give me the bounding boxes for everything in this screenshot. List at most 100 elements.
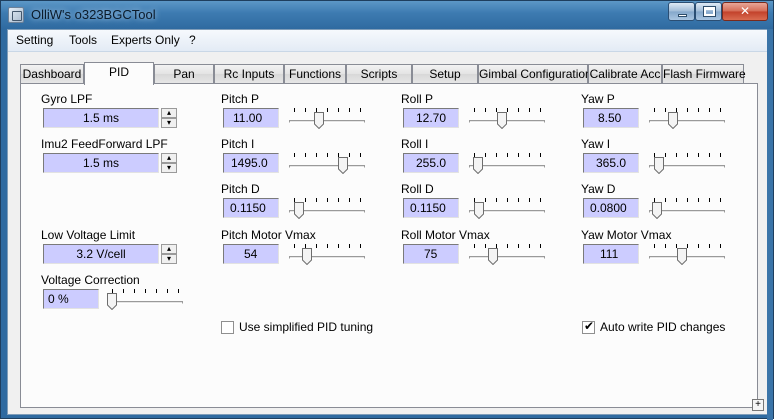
low-voltage-spinner[interactable]: ▴ ▾: [161, 244, 177, 264]
slider-track[interactable]: [649, 256, 725, 259]
slider-track[interactable]: [469, 120, 545, 123]
slider-thumb[interactable]: [302, 248, 312, 265]
spin-down-icon[interactable]: ▾: [161, 163, 177, 173]
voltage-correction-field[interactable]: 0 %: [43, 289, 99, 309]
gyro-lpf-field[interactable]: 1.5 ms: [43, 108, 159, 128]
pitch-i-slider[interactable]: [289, 150, 365, 174]
pitch-p-slider[interactable]: [289, 105, 365, 129]
slider-thumb[interactable]: [314, 112, 324, 129]
slider-thumb[interactable]: [473, 157, 483, 174]
slider-track[interactable]: [649, 120, 725, 123]
roll-d-slider[interactable]: [469, 195, 545, 219]
tab-calibrate-acc[interactable]: Calibrate Acc: [588, 64, 662, 83]
roll-vmax-slider[interactable]: [469, 241, 545, 265]
roll-i-label: Roll I: [401, 137, 429, 151]
roll-p-slider[interactable]: [469, 105, 545, 129]
autowrite-pid-checkbox[interactable]: ✔: [582, 320, 595, 334]
slider-thumb[interactable]: [654, 157, 664, 174]
tab-gimbal-configuration[interactable]: Gimbal Configuration: [478, 64, 592, 83]
spin-up-icon[interactable]: ▴: [161, 108, 177, 118]
yaw-p-field[interactable]: 8.50: [583, 108, 639, 128]
slider-tick: [518, 153, 519, 157]
close-button[interactable]: ✕: [722, 2, 768, 21]
yaw-d-field[interactable]: 0.0800: [583, 198, 639, 218]
slider-thumb[interactable]: [474, 202, 484, 219]
yaw-i-field[interactable]: 365.0: [583, 153, 639, 173]
roll-p-field[interactable]: 12.70: [403, 108, 459, 128]
tab-flash-firmware[interactable]: Flash Firmware: [662, 64, 746, 83]
slider-tick: [665, 244, 666, 248]
maximize-button[interactable]: [695, 2, 722, 21]
slider-tick: [540, 108, 541, 112]
simplified-pid-checkbox[interactable]: [221, 321, 234, 334]
slider-tick: [529, 153, 530, 157]
roll-vmax-field[interactable]: 75: [403, 244, 459, 264]
yaw-vmax-field[interactable]: 111: [583, 244, 639, 264]
roll-i-slider[interactable]: [469, 150, 545, 174]
low-voltage-field[interactable]: 3.2 V/cell: [43, 244, 159, 264]
tab-scripts[interactable]: Scripts: [346, 64, 412, 83]
menu-help[interactable]: ?: [186, 33, 199, 47]
slider-tick: [305, 153, 306, 157]
gyro-lpf-spinner[interactable]: ▴ ▾: [161, 108, 177, 128]
slider-thumb[interactable]: [497, 112, 507, 129]
slider-track[interactable]: [289, 256, 365, 259]
tab-pid[interactable]: PID: [84, 62, 154, 85]
slider-track[interactable]: [469, 256, 545, 259]
slider-thumb[interactable]: [652, 202, 662, 219]
yaw-vmax-slider[interactable]: [649, 241, 725, 265]
slider-tick: [687, 108, 688, 112]
roll-d-label: Roll D: [401, 182, 434, 196]
slider-tick: [349, 108, 350, 112]
pitch-p-field[interactable]: 11.00: [223, 108, 279, 128]
pitch-vmax-field[interactable]: 54: [223, 244, 279, 264]
pitch-d-slider[interactable]: [289, 195, 365, 219]
pitch-i-field[interactable]: 1495.0: [223, 153, 279, 173]
tab-pan[interactable]: Pan: [154, 64, 214, 83]
minimize-icon: [678, 14, 687, 17]
spin-up-icon[interactable]: ▴: [161, 153, 177, 163]
tab-rc-inputs[interactable]: Rc Inputs: [214, 64, 284, 83]
slider-thumb[interactable]: [668, 112, 678, 129]
imu2-ff-lpf-spinner[interactable]: ▴ ▾: [161, 153, 177, 173]
slider-track[interactable]: [107, 301, 183, 304]
tab-dashboard[interactable]: Dashboard: [20, 64, 84, 83]
yaw-p-slider[interactable]: [649, 105, 725, 129]
tab-setup[interactable]: Setup: [412, 64, 478, 83]
title-bar[interactable]: OlliW's o323BGCTool ✕: [1, 1, 773, 29]
yaw-i-slider[interactable]: [649, 150, 725, 174]
menu-bar: Setting Tools Experts Only ?: [8, 30, 768, 52]
roll-d-field[interactable]: 0.1150: [403, 198, 459, 218]
slider-thumb[interactable]: [107, 293, 117, 310]
spin-down-icon[interactable]: ▾: [161, 118, 177, 128]
menu-setting[interactable]: Setting: [13, 33, 56, 47]
slider-tick: [709, 244, 710, 248]
roll-i-field[interactable]: 255.0: [403, 153, 459, 173]
slider-tick: [518, 108, 519, 112]
slider-track[interactable]: [289, 120, 365, 123]
voltage-correction-slider[interactable]: [107, 286, 183, 310]
slider-thumb[interactable]: [677, 248, 687, 265]
pitch-d-field[interactable]: 0.1150: [223, 198, 279, 218]
spin-down-icon[interactable]: ▾: [161, 254, 177, 264]
slider-tick: [338, 244, 339, 248]
slider-thumb[interactable]: [488, 248, 498, 265]
minimize-button[interactable]: [668, 2, 695, 21]
imu2-ff-lpf-label: Imu2 FeedForward LPF: [41, 137, 168, 151]
spin-up-icon[interactable]: ▴: [161, 244, 177, 254]
slider-tick: [698, 198, 699, 202]
yaw-d-slider[interactable]: [649, 195, 725, 219]
menu-tools[interactable]: Tools: [66, 33, 100, 47]
autowrite-pid-label: Auto write PID changes: [600, 320, 726, 334]
slider-tick: [167, 289, 168, 293]
slider-thumb[interactable]: [294, 202, 304, 219]
slider-thumb[interactable]: [338, 157, 348, 174]
imu2-ff-lpf-field[interactable]: 1.5 ms: [43, 153, 159, 173]
tab-functions[interactable]: Functions: [284, 64, 346, 83]
menu-experts-only[interactable]: Experts Only: [108, 33, 183, 47]
yaw-vmax-label: Yaw Motor Vmax: [581, 228, 672, 242]
pitch-vmax-label: Pitch Motor Vmax: [221, 228, 316, 242]
expand-icon[interactable]: +: [752, 399, 764, 411]
slider-track[interactable]: [289, 165, 365, 168]
pitch-vmax-slider[interactable]: [289, 241, 365, 265]
